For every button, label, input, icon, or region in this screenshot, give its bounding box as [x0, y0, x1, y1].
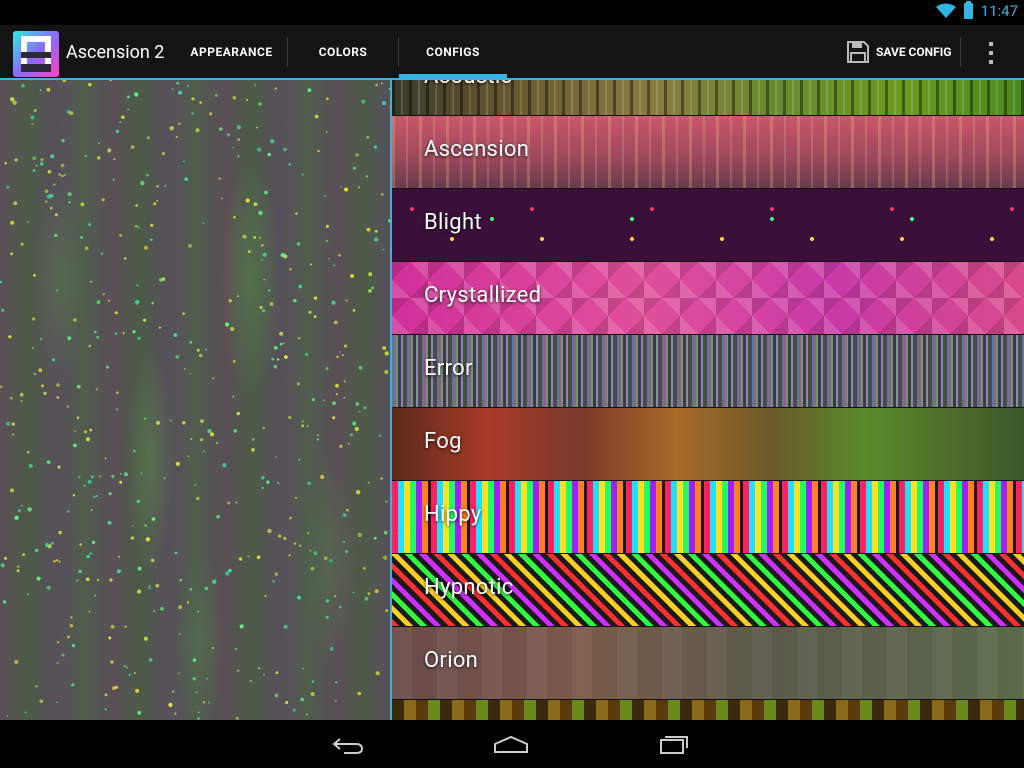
- app-title: Ascension 2: [66, 42, 165, 63]
- action-bar: Ascension 2 APPEARANCE COLORS CONFIGS SA…: [0, 25, 1024, 80]
- config-label: Blight: [424, 210, 482, 235]
- config-label: Crystallized: [424, 283, 542, 308]
- recent-apps-icon: [660, 736, 688, 754]
- config-label: Error: [424, 356, 473, 381]
- recent-apps-button[interactable]: [644, 728, 704, 760]
- tab-selected-indicator: [399, 74, 507, 78]
- tab-configs[interactable]: CONFIGS: [399, 25, 507, 78]
- config-item-partial[interactable]: [392, 700, 1024, 720]
- save-config-label: SAVE CONFIG: [876, 44, 952, 59]
- floppy-disk-icon: [847, 40, 869, 63]
- sparkle-particles: [0, 80, 390, 720]
- wallpaper-preview: [0, 80, 390, 720]
- action-divider: [960, 37, 961, 67]
- config-list[interactable]: Acoustic Ascension Blight Crystallized E…: [392, 80, 1024, 720]
- save-config-button[interactable]: SAVE CONFIG: [846, 25, 954, 78]
- config-item-hypnotic[interactable]: Hypnotic: [392, 554, 1024, 627]
- config-item-ascension[interactable]: Ascension: [392, 116, 1024, 189]
- wifi-icon: [935, 3, 956, 18]
- config-label: Ascension: [424, 137, 530, 162]
- config-item-blight[interactable]: Blight: [392, 189, 1024, 262]
- config-item-fog[interactable]: Fog: [392, 408, 1024, 481]
- config-label: Fog: [424, 429, 462, 454]
- status-icons: 11:47: [935, 1, 1018, 20]
- home-button[interactable]: [481, 728, 541, 760]
- config-item-acoustic[interactable]: Acoustic: [392, 80, 1024, 116]
- config-label: Hippy: [424, 502, 482, 527]
- config-item-hippy[interactable]: Hippy: [392, 481, 1024, 554]
- status-clock: 11:47: [980, 2, 1018, 20]
- back-button[interactable]: [318, 728, 378, 760]
- tab-label: CONFIGS: [426, 44, 480, 59]
- config-label: Acoustic: [424, 80, 512, 89]
- config-item-error[interactable]: Error: [392, 335, 1024, 408]
- overflow-menu-icon[interactable]: [985, 39, 997, 67]
- config-item-crystallized[interactable]: Crystallized: [392, 262, 1024, 335]
- battery-icon: [963, 1, 973, 19]
- tab-colors[interactable]: COLORS: [288, 25, 398, 78]
- config-label: Orion: [424, 648, 479, 673]
- status-bar: 11:47: [0, 0, 1024, 25]
- tab-label: APPEARANCE: [190, 44, 273, 59]
- back-icon: [332, 738, 364, 754]
- config-label: Hypnotic: [424, 575, 514, 600]
- tab-appearance[interactable]: APPEARANCE: [176, 25, 287, 78]
- app-icon[interactable]: [12, 30, 60, 78]
- config-item-orion[interactable]: Orion: [392, 627, 1024, 700]
- navigation-bar: [0, 720, 1024, 768]
- tab-label: COLORS: [318, 44, 368, 59]
- home-icon: [494, 735, 528, 753]
